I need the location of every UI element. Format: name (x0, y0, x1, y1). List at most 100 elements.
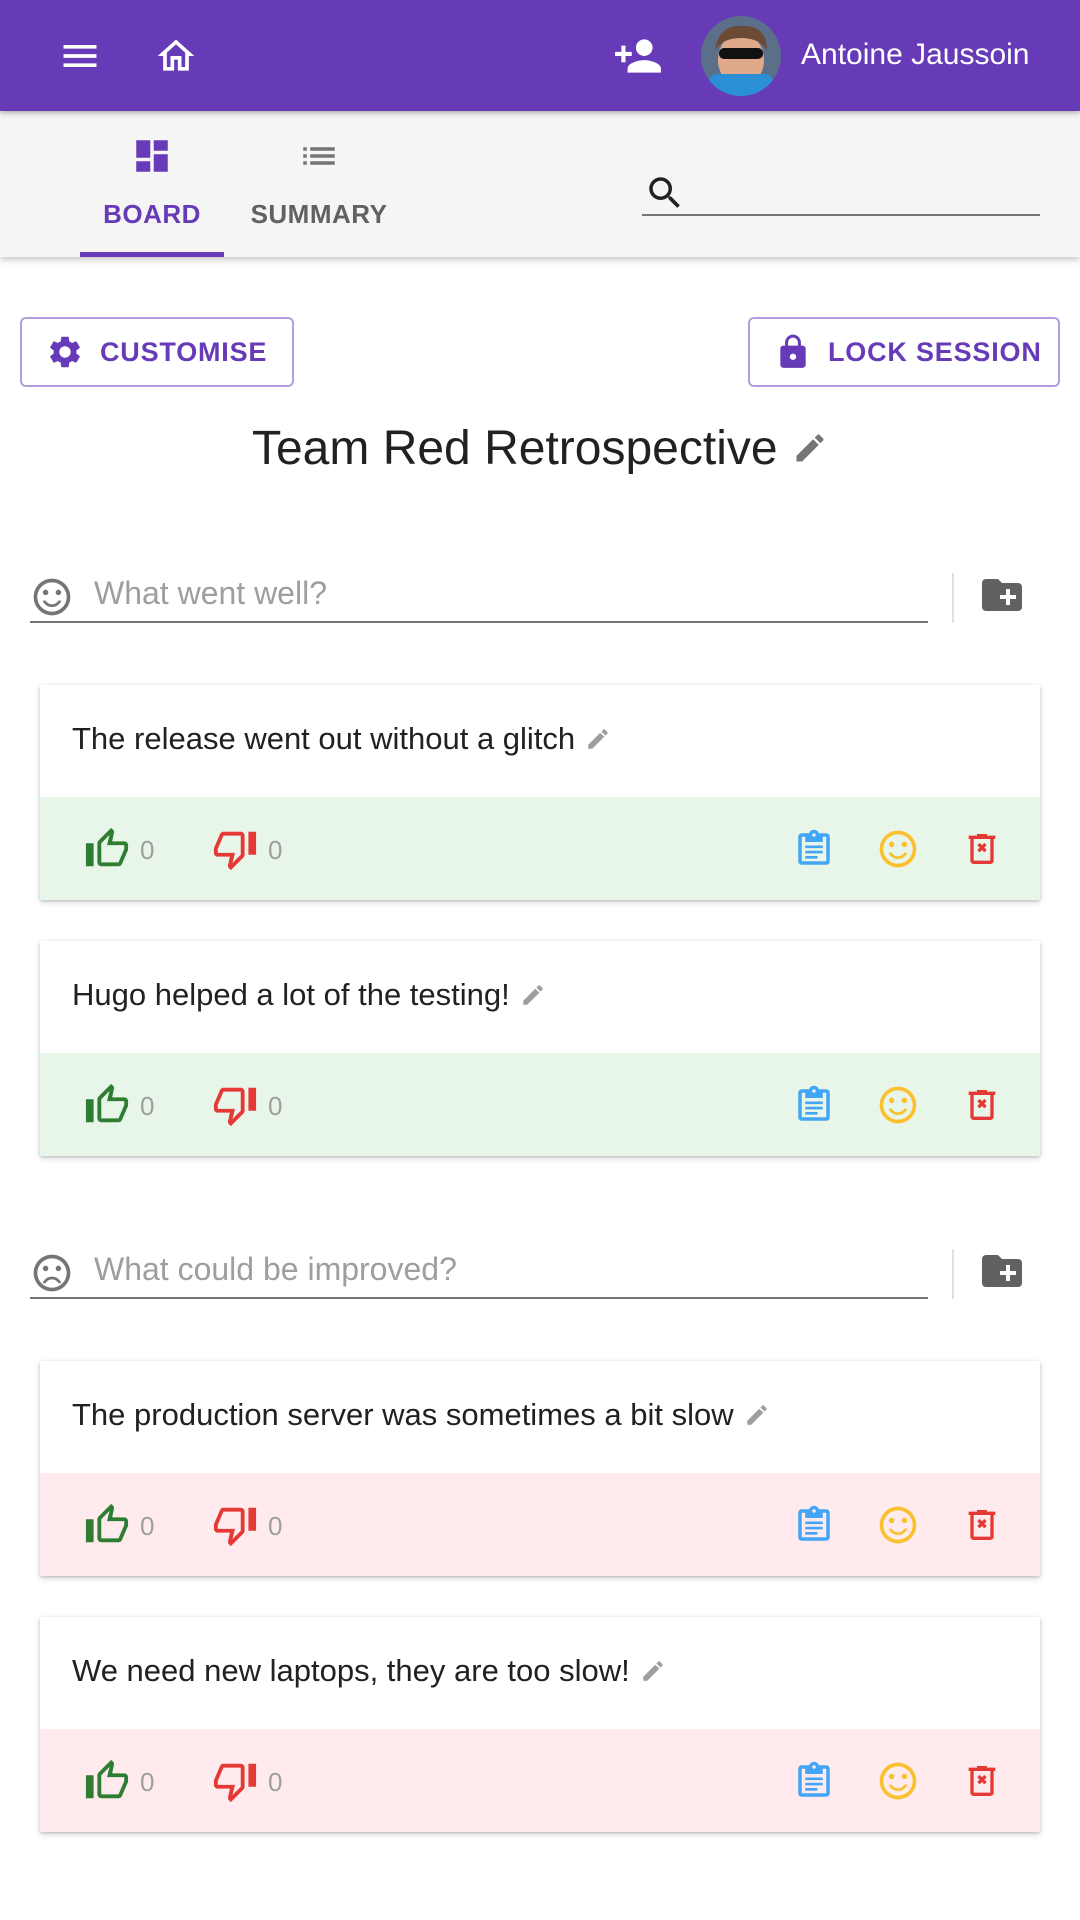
delete-icon (962, 1085, 1002, 1125)
column-divider (952, 573, 954, 623)
like-count: 0 (140, 1091, 155, 1121)
sad-face-icon (30, 1251, 74, 1295)
delete-button[interactable] (957, 1080, 1007, 1130)
tab-bar: BOARD SUMMARY (0, 111, 1080, 257)
add-group-folder-icon[interactable] (978, 1247, 1026, 1295)
user-name[interactable]: Antoine Jaussoin (801, 38, 1030, 72)
post-card: We need new laptops, they are too slow! … (40, 1617, 1040, 1832)
clipboard-icon (793, 1084, 835, 1126)
thumb-down-icon (212, 1082, 258, 1128)
post-text-row: We need new laptops, they are too slow! (72, 1653, 666, 1689)
post-text-row: Hugo helped a lot of the testing! (72, 977, 546, 1013)
column-well-header (30, 565, 928, 623)
edit-icon[interactable] (640, 1658, 666, 1684)
edit-icon[interactable] (520, 982, 546, 1008)
like-button[interactable] (82, 1500, 132, 1550)
post-actions: 0 0 (40, 1729, 1040, 1832)
delete-button[interactable] (957, 1500, 1007, 1550)
delete-icon (962, 829, 1002, 869)
app-bar: Antoine Jaussoin (0, 0, 1080, 111)
clipboard-icon (793, 1504, 835, 1546)
dashboard-icon (131, 135, 173, 177)
dislike-count: 0 (268, 1091, 283, 1121)
post-text[interactable]: Hugo helped a lot of the testing! (72, 977, 510, 1012)
tab-board-label: BOARD (103, 199, 201, 229)
lock-session-label: LOCK SESSION (828, 336, 1042, 367)
active-tab-indicator (80, 252, 224, 257)
avatar[interactable] (701, 16, 781, 96)
reaction-button[interactable] (873, 824, 923, 874)
session-title-row: Team Red Retrospective (0, 421, 1080, 476)
column-divider (952, 1249, 954, 1299)
customise-label: CUSTOMISE (100, 336, 268, 367)
lock-session-button[interactable]: LOCK SESSION (748, 317, 1060, 387)
like-button[interactable] (82, 1080, 132, 1130)
smile-icon (876, 827, 920, 871)
search-field[interactable] (642, 158, 1040, 216)
like-button[interactable] (82, 1756, 132, 1806)
tab-summary-label: SUMMARY (250, 199, 388, 229)
edit-icon[interactable] (585, 726, 611, 752)
dislike-button[interactable] (210, 1500, 260, 1550)
column-well-input[interactable] (94, 571, 914, 615)
post-text[interactable]: The release went out without a glitch (72, 721, 575, 756)
smile-icon (876, 1083, 920, 1127)
post-text[interactable]: The production server was sometimes a bi… (72, 1397, 734, 1432)
delete-icon (962, 1505, 1002, 1545)
smile-icon (876, 1503, 920, 1547)
copy-button[interactable] (789, 1500, 839, 1550)
thumb-up-icon (84, 1082, 130, 1128)
post-text-row: The production server was sometimes a bi… (72, 1397, 770, 1433)
delete-button[interactable] (957, 824, 1007, 874)
session-title[interactable]: Team Red Retrospective (252, 422, 778, 475)
delete-icon (962, 1761, 1002, 1801)
dislike-button[interactable] (210, 824, 260, 874)
gear-icon (46, 333, 84, 371)
add-user-icon[interactable] (610, 28, 666, 84)
post-card: The release went out without a glitch 0 … (40, 685, 1040, 900)
post-actions: 0 0 (40, 797, 1040, 900)
like-count: 0 (140, 1767, 155, 1797)
search-input[interactable] (698, 168, 1028, 208)
reaction-button[interactable] (873, 1500, 923, 1550)
dislike-count: 0 (268, 835, 283, 865)
search-icon (644, 172, 686, 214)
post-card: Hugo helped a lot of the testing! 0 0 (40, 941, 1040, 1156)
reaction-button[interactable] (873, 1756, 923, 1806)
copy-button[interactable] (789, 824, 839, 874)
delete-button[interactable] (957, 1756, 1007, 1806)
tab-summary[interactable]: SUMMARY (238, 111, 400, 257)
dislike-button[interactable] (210, 1756, 260, 1806)
add-group-folder-icon[interactable] (978, 571, 1026, 619)
thumb-up-icon (84, 1758, 130, 1804)
like-count: 0 (140, 1511, 155, 1541)
edit-icon[interactable] (744, 1402, 770, 1428)
post-actions: 0 0 (40, 1053, 1040, 1156)
menu-icon[interactable] (52, 28, 108, 84)
post-text-row: The release went out without a glitch (72, 721, 611, 757)
copy-button[interactable] (789, 1756, 839, 1806)
copy-button[interactable] (789, 1080, 839, 1130)
list-icon (298, 135, 340, 177)
reaction-button[interactable] (873, 1080, 923, 1130)
edit-title-icon[interactable] (792, 430, 828, 466)
thumb-up-icon (84, 1502, 130, 1548)
column-improve-header (30, 1241, 928, 1299)
thumb-down-icon (212, 1758, 258, 1804)
post-text[interactable]: We need new laptops, they are too slow! (72, 1653, 630, 1688)
lock-icon (774, 333, 812, 371)
clipboard-icon (793, 828, 835, 870)
smile-icon (876, 1759, 920, 1803)
dislike-count: 0 (268, 1767, 283, 1797)
home-icon[interactable] (148, 28, 204, 84)
tab-board[interactable]: BOARD (80, 111, 224, 257)
clipboard-icon (793, 1760, 835, 1802)
dislike-button[interactable] (210, 1080, 260, 1130)
smile-face-icon (30, 575, 74, 619)
thumb-down-icon (212, 826, 258, 872)
post-card: The production server was sometimes a bi… (40, 1361, 1040, 1576)
like-count: 0 (140, 835, 155, 865)
customise-button[interactable]: CUSTOMISE (20, 317, 294, 387)
column-improve-input[interactable] (94, 1247, 914, 1291)
like-button[interactable] (82, 824, 132, 874)
